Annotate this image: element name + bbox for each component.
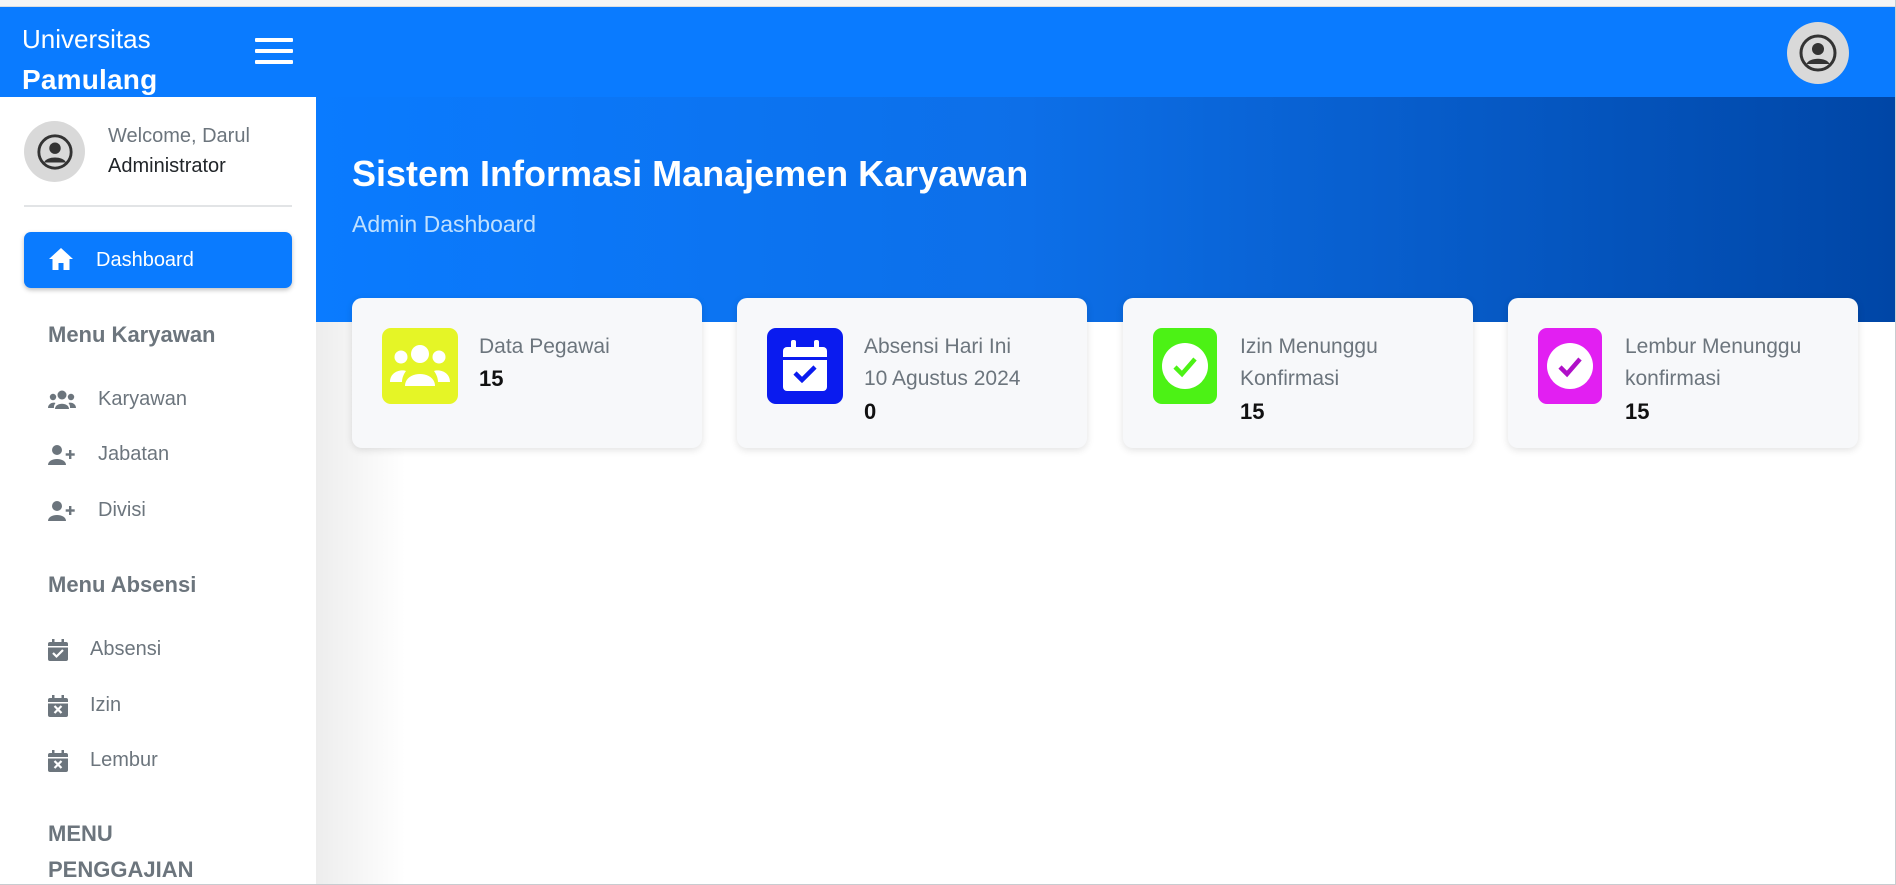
section-title-absensi: Menu Absensi bbox=[48, 572, 197, 597]
calendar-x-icon bbox=[48, 750, 68, 772]
sidebar: Welcome, Darul Administrator Dashboard M… bbox=[0, 97, 316, 885]
section-title-karyawan: Menu Karyawan bbox=[48, 322, 216, 347]
card-label-line-2: konfirmasi bbox=[1625, 367, 1721, 390]
page-subtitle: Admin Dashboard bbox=[352, 211, 537, 237]
avatar bbox=[24, 121, 85, 182]
user-plus-icon bbox=[48, 501, 75, 521]
card-label-line-1: Absensi Hari Ini bbox=[864, 335, 1012, 358]
card-value: 15 bbox=[1625, 399, 1650, 424]
home-icon bbox=[49, 248, 73, 270]
menu-toggle-button[interactable] bbox=[255, 38, 293, 68]
stat-card-izin-menunggu[interactable]: Izin Menunggu Konfirmasi 15 bbox=[1123, 298, 1473, 448]
sidebar-item-dashboard[interactable]: Dashboard bbox=[24, 232, 292, 288]
card-icon-box bbox=[1538, 328, 1602, 404]
hamburger-icon-bar bbox=[255, 49, 293, 53]
page-title: Sistem Informasi Manajemen Karyawan bbox=[352, 153, 1029, 194]
user-circle-icon bbox=[1799, 34, 1837, 72]
card-label: Lembur Menunggu konfirmasi bbox=[1625, 331, 1840, 395]
card-label-line-2: Konfirmasi bbox=[1240, 367, 1340, 390]
sidebar-item-label: Divisi bbox=[98, 499, 146, 521]
brand-logo[interactable]: Universitas Pamulang bbox=[22, 17, 157, 94]
user-plus-icon bbox=[48, 445, 75, 465]
hamburger-icon bbox=[255, 38, 293, 42]
user-role: Administrator bbox=[108, 155, 226, 177]
welcome-text: Welcome, Darul bbox=[108, 125, 250, 147]
stat-card-data-pegawai[interactable]: Data Pegawai 15 bbox=[352, 298, 702, 448]
sidebar-item-label: Dashboard bbox=[96, 249, 194, 271]
users-icon bbox=[390, 345, 450, 386]
brand-line-2: Pamulang bbox=[22, 64, 158, 95]
card-value: 15 bbox=[479, 366, 504, 391]
calendar-check-icon bbox=[48, 639, 68, 661]
section-title-line-2: PENGGAJIAN bbox=[48, 857, 194, 882]
stat-card-lembur-menunggu[interactable]: Lembur Menunggu konfirmasi 15 bbox=[1508, 298, 1858, 448]
card-label: Izin Menunggu Konfirmasi bbox=[1240, 331, 1455, 395]
card-label-line-1: Izin Menunggu bbox=[1240, 335, 1378, 358]
users-icon bbox=[48, 390, 76, 409]
hero-banner bbox=[316, 97, 1896, 322]
sidebar-item-label: Izin bbox=[90, 694, 122, 716]
card-label-line-2: 10 Agustus 2024 bbox=[864, 367, 1021, 390]
top-navbar: Universitas Pamulang bbox=[0, 7, 1896, 97]
card-value: 15 bbox=[1240, 399, 1265, 424]
calendar-check-icon bbox=[783, 340, 827, 391]
card-label: Data Pegawai bbox=[479, 335, 610, 358]
card-label: Absensi Hari Ini 10 Agustus 2024 bbox=[864, 331, 1079, 395]
sidebar-item-label: Jabatan bbox=[98, 443, 170, 465]
card-icon-box bbox=[1153, 328, 1217, 404]
hamburger-icon-bar bbox=[255, 60, 293, 64]
sidebar-item-label: Absensi bbox=[90, 638, 162, 660]
calendar-x-icon bbox=[48, 695, 68, 717]
check-circle-icon bbox=[1547, 343, 1593, 389]
card-value: 0 bbox=[864, 399, 877, 424]
check-circle-icon bbox=[1162, 343, 1208, 389]
stat-card-absensi-hari-ini[interactable]: Absensi Hari Ini 10 Agustus 2024 0 bbox=[737, 298, 1087, 448]
card-label-line-1: Lembur Menunggu bbox=[1625, 335, 1802, 358]
user-panel: Welcome, Darul Administrator bbox=[24, 121, 292, 207]
sidebar-item-label: Lembur bbox=[90, 749, 158, 771]
section-title-penggajian: MENU PENGGAJIAN bbox=[48, 816, 193, 885]
sidebar-item-label: Karyawan bbox=[98, 388, 187, 410]
section-title-line-1: MENU bbox=[48, 821, 113, 846]
user-circle-icon bbox=[36, 133, 73, 170]
profile-avatar-button[interactable] bbox=[1787, 22, 1849, 84]
brand-line-1: Universitas bbox=[22, 24, 151, 54]
card-icon-box bbox=[767, 328, 843, 404]
card-icon-box bbox=[382, 328, 458, 404]
browser-top-strip bbox=[0, 0, 1896, 7]
